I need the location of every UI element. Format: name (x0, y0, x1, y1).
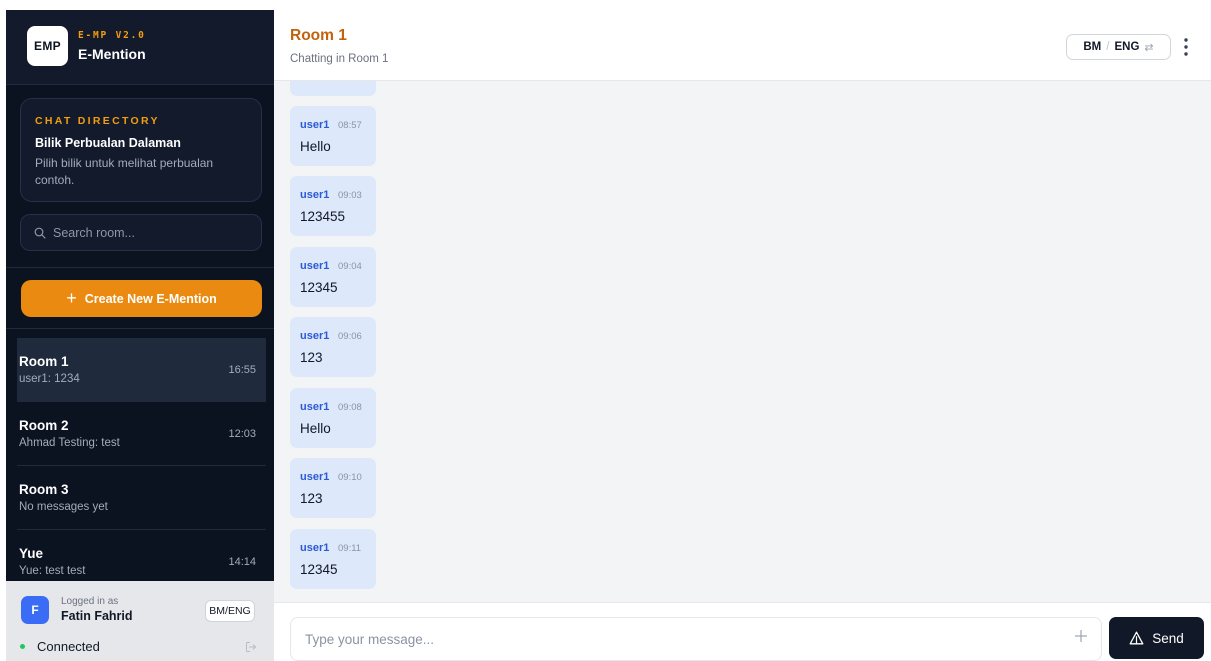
language-toggle-button[interactable]: BM/ENG (205, 600, 255, 622)
brand-header: EMP E-MP V2.0 E-Mention (6, 10, 274, 85)
message-time: 09:10 (338, 472, 362, 483)
message-text: Hello (300, 421, 331, 436)
room-preview: Ahmad Testing: test (19, 437, 120, 449)
message-time: 09:04 (338, 261, 362, 272)
plus-icon: + (66, 287, 77, 308)
send-label: Send (1152, 630, 1184, 646)
message-author: user1 (300, 401, 330, 413)
create-button-label: Create New E-Mention (84, 291, 217, 306)
room-preview: user1: 1234 (19, 373, 80, 385)
page-title: Room 1 (290, 27, 347, 44)
room-preview: Yue: test test (19, 565, 86, 577)
room-name: Yue (19, 546, 44, 561)
create-new-e-mention-button[interactable]: + Create New E-Mention (21, 280, 262, 317)
logout-icon[interactable] (245, 641, 257, 653)
message-bubble: user1 09:03 123455 (290, 176, 376, 236)
room-name: Room 2 (19, 418, 69, 433)
message-text: 12345 (300, 280, 338, 295)
lang-primary: BM (1083, 41, 1102, 53)
lang-secondary: ENG (1114, 41, 1140, 53)
brand-logo[interactable]: EMP (27, 26, 68, 66)
chat-directory-card: CHAT DIRECTORY Bilik Perbualan Dalaman P… (20, 98, 262, 202)
search-box[interactable] (20, 214, 262, 251)
message-bubble: user1 09:04 12345 (290, 247, 376, 307)
directory-overline: CHAT DIRECTORY (35, 115, 160, 127)
message-time: 09:08 (338, 402, 362, 413)
message-bubble: user1 09:10 123 (290, 458, 376, 518)
status-dot (20, 644, 25, 649)
message-author: user1 (300, 330, 330, 342)
message-text: Hello (300, 139, 331, 154)
message-time: 09:06 (338, 331, 362, 342)
room-item-room-2[interactable]: Room 2 Ahmad Testing: test 12:03 (17, 402, 266, 466)
room-name: Room 1 (19, 354, 69, 369)
room-item-room-1[interactable]: Room 1 user1: 1234 16:55 (17, 338, 266, 402)
brand-name: E-Mention (78, 46, 146, 62)
room-time: 12:03 (228, 428, 256, 440)
user-name: Fatin Fahrid (61, 609, 133, 623)
swap-icon: ⇄ (1144, 41, 1154, 54)
message-time: 09:03 (338, 190, 362, 201)
message-text: 12345 (300, 562, 338, 577)
message-time: 08:57 (338, 120, 362, 131)
room-list: Room 1 user1: 1234 16:55 Room 2 Ahmad Te… (6, 338, 274, 594)
room-time: 16:55 (228, 364, 256, 376)
room-name: Room 3 (19, 482, 69, 497)
search-input[interactable] (53, 215, 253, 250)
connection-status: Connected (37, 639, 100, 654)
message-author: user1 (300, 542, 330, 554)
chat-header: Room 1 Chatting in Room 1 BM / ENG ⇄ (274, 10, 1211, 81)
plus-icon[interactable] (1074, 629, 1088, 643)
search-icon (34, 227, 46, 239)
message-bubble: user1 09:11 12345 (290, 529, 376, 589)
message-composer: Send (274, 602, 1211, 661)
send-icon (1129, 631, 1144, 645)
message-text: 123 (300, 350, 323, 365)
lang-separator: / (1106, 41, 1110, 53)
message-author: user1 (300, 119, 330, 131)
message-author: user1 (300, 471, 330, 483)
brand-version: E-MP V2.0 (78, 30, 146, 41)
send-button[interactable]: Send (1109, 617, 1204, 659)
more-vertical-icon[interactable] (1180, 36, 1192, 58)
message-text: 123 (300, 491, 323, 506)
message-text: 123455 (300, 209, 346, 224)
message-bubble: user1 09:06 123 (290, 317, 376, 377)
page-subtitle: Chatting in Room 1 (290, 53, 389, 65)
message-author: user1 (300, 189, 330, 201)
logged-in-label: Logged in as (61, 596, 119, 607)
sidebar-divider (6, 267, 274, 268)
sidebar: EMP E-MP V2.0 E-Mention CHAT DIRECTORY B… (6, 10, 274, 661)
room-item-room-3[interactable]: Room 3 No messages yet (17, 466, 266, 530)
sidebar-divider (6, 328, 274, 329)
message-bubble: user1 09:08 Hello (290, 388, 376, 448)
user-panel: F Logged in as Fatin Fahrid BM/ENG Conne… (6, 581, 274, 661)
message-bubble-partial (290, 81, 376, 96)
message-author: user1 (300, 260, 330, 272)
directory-description: Pilih bilik untuk melihat perbualan cont… (35, 156, 214, 187)
room-preview: No messages yet (19, 501, 108, 513)
avatar: F (21, 596, 49, 624)
message-time: 09:11 (338, 543, 362, 554)
directory-title: Bilik Perbualan Dalaman (35, 136, 181, 150)
room-time: 14:14 (228, 556, 256, 568)
language-switch-button[interactable]: BM / ENG ⇄ (1066, 34, 1171, 60)
message-list[interactable]: user1 08:57 Hello user1 09:03 123455 use… (274, 81, 1211, 602)
message-input[interactable] (290, 617, 1102, 661)
message-bubble: user1 08:57 Hello (290, 106, 376, 166)
